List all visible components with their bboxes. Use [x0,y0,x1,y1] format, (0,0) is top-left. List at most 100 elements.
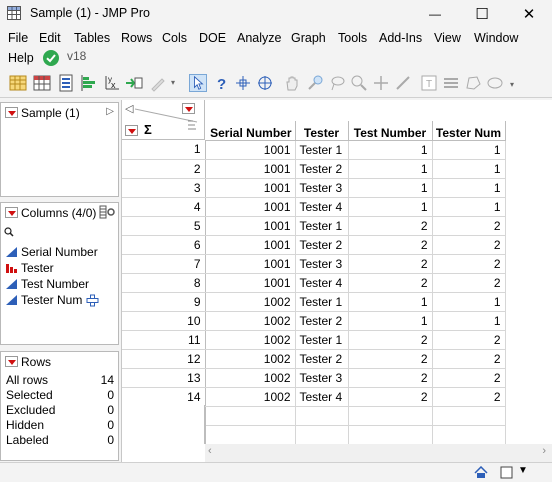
table-row[interactable]: 1 1001 Tester 111 [122,140,506,160]
row-number[interactable]: 13 [122,368,206,388]
horizontal-scrollbar[interactable]: ‹ › [205,444,552,462]
cell-tester[interactable]: Tester 1 [295,330,349,350]
help-icon[interactable]: ? [213,74,231,92]
table-row[interactable]: 3 1001 Tester 311 [122,178,506,198]
row-number[interactable]: 5 [122,216,206,236]
row-number[interactable]: 1 [122,140,206,160]
menu-help[interactable]: Help [8,51,34,65]
table-row[interactable]: 12 1002 Tester 222 [122,349,506,369]
menu-cols[interactable]: Cols [162,31,187,45]
ellipse-icon[interactable] [486,74,504,92]
row-number[interactable]: 12 [122,349,206,369]
scroll-right-icon[interactable]: › [542,445,546,457]
cell-tester-num[interactable]: 2 [432,349,506,369]
cell-serial-number[interactable]: 1001 [205,159,296,179]
data-table-icon[interactable] [33,74,51,92]
fit-y-by-x-icon[interactable]: x y [103,74,121,92]
column-item[interactable]: Tester [5,261,54,275]
row-number[interactable]: 14 [122,387,206,407]
column-item[interactable]: Test Number [5,277,89,291]
cell-serial-number[interactable]: 1001 [205,216,296,236]
menu-window[interactable]: Window [474,31,518,45]
distribution-icon[interactable] [80,74,98,92]
column-item[interactable]: Serial Number [5,245,98,259]
cell-test-number[interactable]: 2 [348,387,433,407]
cell-tester-num[interactable]: 2 [432,368,506,388]
cell-tester[interactable]: Tester 4 [295,273,349,293]
table-row[interactable]: 11 1002 Tester 122 [122,330,506,350]
cell-test-number[interactable]: 1 [348,159,433,179]
row-number[interactable]: 3 [122,178,206,198]
cell-tester-num[interactable]: 1 [432,178,506,198]
cell-test-number[interactable]: 1 [348,178,433,198]
cell-tester[interactable]: Tester 4 [295,387,349,407]
row-number[interactable]: 8 [122,273,206,293]
window-list-dropdown-icon[interactable]: ▼ [518,465,528,476]
toolbar-overflow-icon-2[interactable]: ▾ [510,80,514,89]
target-icon[interactable] [256,74,274,92]
formula-plus-icon[interactable] [86,294,99,307]
cell-tester[interactable]: Tester 2 [295,159,349,179]
home-icon[interactable] [474,466,488,479]
cell-test-number[interactable]: 2 [348,349,433,369]
cell-tester-num[interactable]: 1 [432,140,506,160]
table-row[interactable]: 13 1002 Tester 322 [122,368,506,388]
row-number[interactable]: 10 [122,311,206,331]
column-header-tester[interactable]: Tester [295,121,349,141]
cell-tester-num[interactable]: 1 [432,311,506,331]
maximize-button[interactable]: ☐ [459,0,505,28]
cell-test-number[interactable]: 2 [348,273,433,293]
cell-tester[interactable]: Tester 1 [295,216,349,236]
columns-settings-icon[interactable] [99,205,115,219]
column-header-serial-number[interactable]: Serial Number [205,121,296,141]
new-table-icon[interactable] [9,74,27,92]
plus-icon[interactable] [372,74,390,92]
table-row[interactable]: 14 1002 Tester 422 [122,387,506,407]
menu-rows[interactable]: Rows [121,31,152,45]
menu-edit[interactable]: Edit [39,31,61,45]
lasso-icon[interactable] [328,74,346,92]
table-row[interactable]: 6 1001 Tester 222 [122,235,506,255]
toolbar-overflow-icon[interactable]: ▾ [171,78,175,87]
row-number[interactable]: 4 [122,197,206,217]
cell-test-number[interactable]: 2 [348,235,433,255]
menu-analyze[interactable]: Analyze [237,31,281,45]
cell-tester[interactable]: Tester 3 [295,368,349,388]
polygon-icon[interactable] [464,74,482,92]
menu-tools[interactable]: Tools [338,31,367,45]
cell-serial-number[interactable]: 1001 [205,235,296,255]
cell-serial-number[interactable]: 1002 [205,311,296,331]
cell-test-number[interactable]: 2 [348,254,433,274]
cell-tester[interactable]: Tester 3 [295,254,349,274]
annotate-icon[interactable]: T [420,74,438,92]
cell-serial-number[interactable]: 1001 [205,254,296,274]
cell-tester-num[interactable]: 2 [432,235,506,255]
arrow-cursor-icon[interactable] [189,74,207,92]
minimize-button[interactable]: — [412,0,458,28]
cell-test-number[interactable]: 2 [348,368,433,388]
line-tool-icon[interactable] [394,74,412,92]
cell-serial-number[interactable]: 1001 [205,140,296,160]
row-number[interactable]: 2 [122,159,206,179]
cell-serial-number[interactable]: 1002 [205,292,296,312]
brush-icon[interactable] [306,74,324,92]
cell-serial-number[interactable]: 1002 [205,368,296,388]
cell-test-number[interactable]: 2 [348,330,433,350]
cell-serial-number[interactable]: 1002 [205,349,296,369]
zoom-icon[interactable] [350,74,368,92]
pencil-disabled-icon[interactable] [149,74,167,92]
column-red-triangle-icon[interactable] [182,103,195,114]
cell-test-number[interactable]: 1 [348,140,433,160]
cell-test-number[interactable]: 1 [348,292,433,312]
cell-tester[interactable]: Tester 3 [295,178,349,198]
hand-icon[interactable] [283,74,301,92]
column-search-input[interactable] [16,225,114,241]
cell-tester[interactable]: Tester 1 [295,140,349,160]
cell-tester-num[interactable]: 2 [432,330,506,350]
column-search-box[interactable] [2,224,117,242]
cell-serial-number[interactable]: 1001 [205,197,296,217]
cell-test-number[interactable]: 1 [348,311,433,331]
table-row[interactable]: 8 1001 Tester 422 [122,273,506,293]
cell-tester-num[interactable]: 1 [432,197,506,217]
crosshair-icon[interactable] [234,74,252,92]
